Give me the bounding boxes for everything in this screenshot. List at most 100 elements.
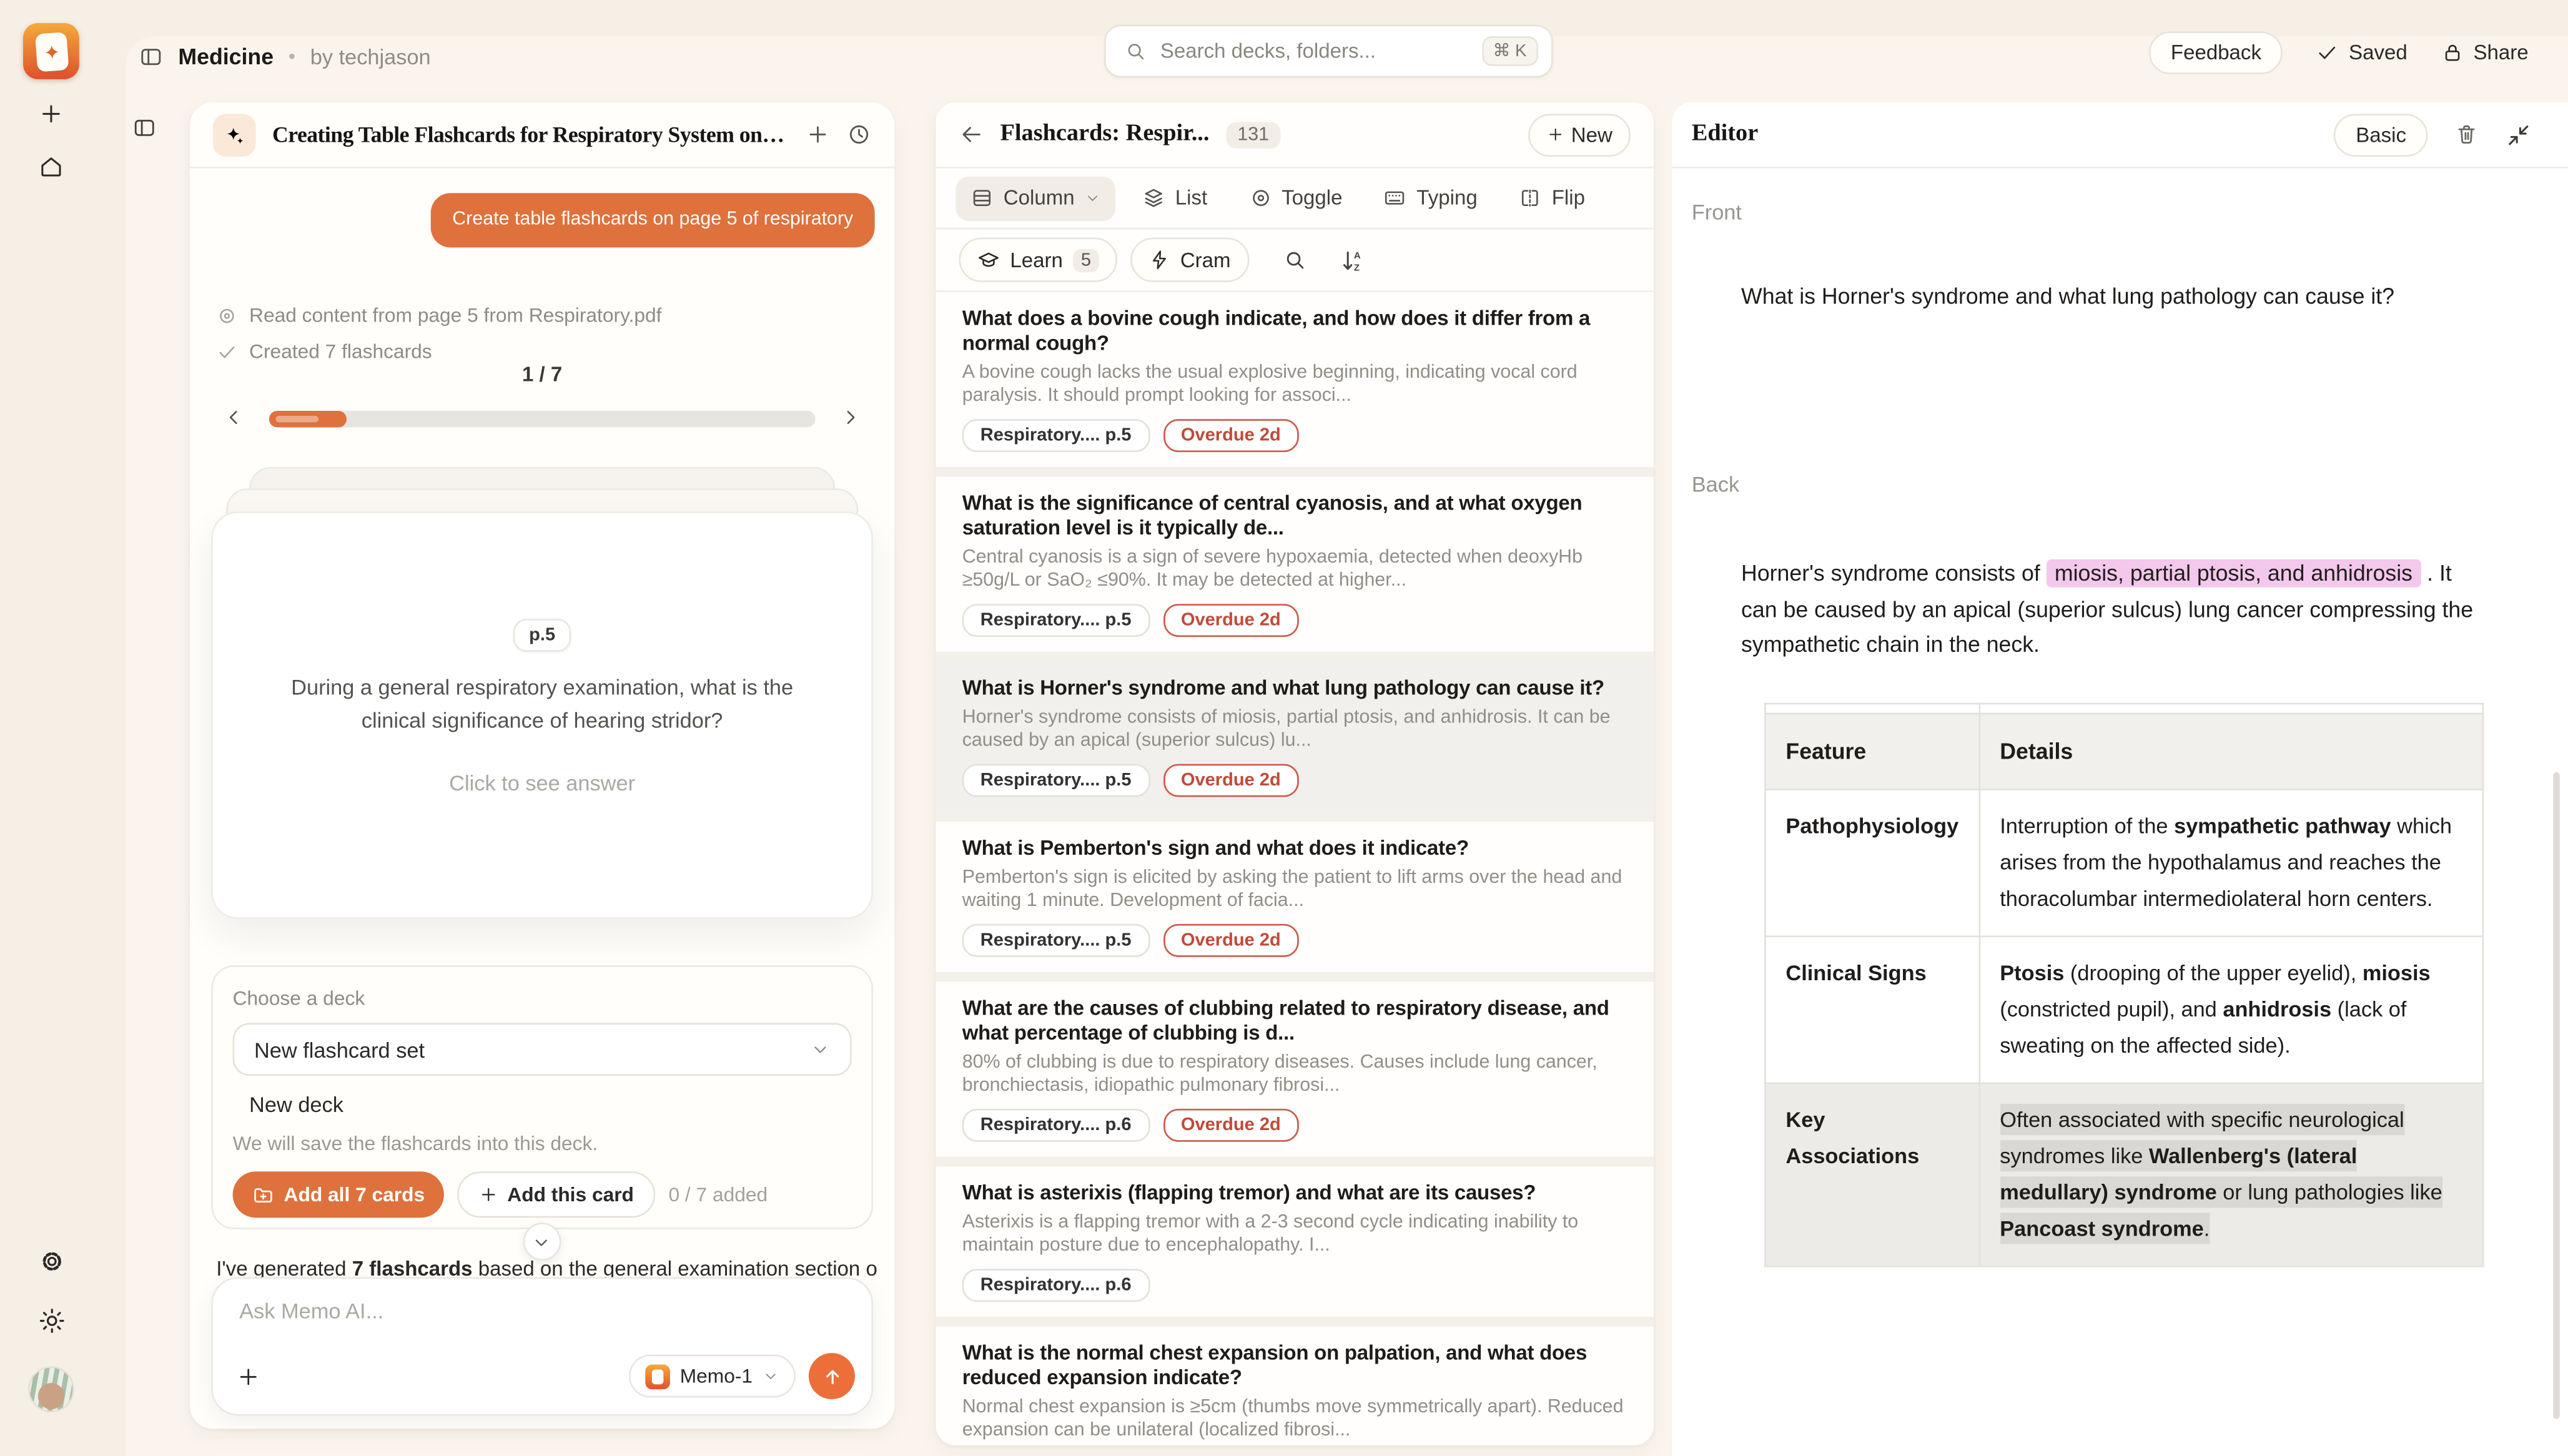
deck-page-tag[interactable]: Respiratory.... p.6 (962, 1109, 1150, 1142)
theme-sun-icon[interactable] (38, 1307, 66, 1335)
toggle-circle-icon (1248, 187, 1272, 210)
feedback-button[interactable]: Feedback (2150, 31, 2283, 74)
deck-chooser-note: We will save the flashcards into this de… (233, 1132, 852, 1155)
new-chat-plus-icon[interactable] (806, 122, 831, 147)
new-plus-icon[interactable] (38, 101, 64, 127)
deck-chooser: Choose a deck New flashcard set New deck… (211, 965, 873, 1229)
flashcard-question: What are the causes of clubbing related … (962, 996, 1627, 1046)
added-count: 0 / 7 added (668, 1183, 768, 1206)
chevron-left-icon[interactable] (223, 406, 246, 429)
add-this-card-button[interactable]: Add this card (458, 1171, 655, 1217)
search-bar[interactable]: ⌘ K (1104, 25, 1553, 78)
flip-card-icon (1519, 187, 1542, 210)
chevron-right-icon[interactable] (838, 406, 861, 429)
trash-icon[interactable] (2454, 122, 2479, 147)
user-message-bubble: Create table flashcards on page 5 of res… (431, 193, 875, 247)
scrollbar-thumb[interactable] (2553, 772, 2560, 1419)
app-window: ✦ Medicine • by techjason ⌘ K Feedback S… (0, 0, 2568, 1456)
layers-icon (1142, 187, 1165, 210)
flashcard-list-item[interactable]: What is the normal chest expansion on pa… (936, 1317, 1654, 1445)
target-icon (216, 305, 237, 326)
deck-page-tag[interactable]: Respiratory.... p.5 (962, 924, 1150, 957)
tab-column[interactable]: Column (956, 175, 1116, 220)
sidebar-toggle-icon[interactable] (139, 44, 164, 69)
flashcard-list-item[interactable]: What is asterixis (flapping tremor) and … (936, 1157, 1654, 1317)
add-all-cards-button[interactable]: Add all 7 cards (233, 1171, 445, 1217)
chat-input[interactable] (239, 1299, 845, 1324)
learn-button[interactable]: Learn 5 (959, 238, 1117, 282)
step-created-cards: Created 7 flashcards (216, 340, 661, 363)
page-badge: p.5 (513, 619, 572, 652)
sort-az-icon[interactable]: AZ (1340, 247, 1366, 273)
keyboard-icon (1384, 187, 1407, 210)
flashcard-tags: Respiratory.... p.5Overdue 2d (962, 764, 1627, 797)
deck-select[interactable]: New flashcard set (233, 1023, 852, 1076)
search-icon (1124, 39, 1147, 62)
user-avatar[interactable] (28, 1366, 74, 1412)
table-clipped-row (1765, 703, 2483, 713)
flashcard-list-item[interactable]: What is Pemberton's sign and what does i… (936, 812, 1654, 971)
chat-sidebar-toggle-icon[interactable] (132, 116, 157, 140)
tab-typing[interactable]: Typing (1369, 175, 1493, 220)
flashcard-answer: Central cyanosis is a sign of severe hyp… (962, 546, 1627, 593)
home-icon[interactable] (38, 154, 64, 180)
app-logo[interactable]: ✦ (23, 23, 79, 79)
share-button[interactable]: Share (2441, 41, 2529, 64)
check-icon (216, 341, 237, 362)
search-input[interactable] (1160, 39, 1468, 62)
flashcard-list-item[interactable]: What does a bovine cough indicate, and h… (936, 292, 1654, 467)
table-cell-details: Often associated with specific neurologi… (1979, 1083, 2483, 1266)
flashcard-list-item[interactable]: What is the significance of central cyan… (936, 467, 1654, 652)
deck-page-tag[interactable]: Respiratory.... p.6 (962, 1269, 1150, 1302)
new-deck-option[interactable]: New deck (233, 1092, 852, 1117)
workspace-title[interactable]: Medicine (178, 44, 274, 69)
plus-icon (1546, 125, 1564, 144)
flashcard-tags: Respiratory.... p.6 (962, 1269, 1627, 1302)
svg-text:Z: Z (1353, 262, 1359, 272)
table-cell-details: Interruption of the sympathetic pathway … (1979, 789, 2483, 935)
front-text[interactable]: What is Horner's syndrome and what lung … (1741, 284, 2568, 309)
tab-flip[interactable]: Flip (1504, 175, 1600, 220)
flashcard-preview[interactable]: p.5 During a general respiratory examina… (211, 511, 873, 919)
deck-page-tag[interactable]: Respiratory.... p.5 (962, 764, 1150, 797)
tab-list[interactable]: List (1127, 175, 1222, 220)
flashcard-answer: Pemberton's sign is elicited by asking t… (962, 866, 1627, 912)
history-clock-icon[interactable] (847, 122, 872, 147)
card-type-button[interactable]: Basic (2334, 113, 2428, 156)
back-arrow-icon[interactable] (959, 122, 984, 147)
flashcard-answer: Asterixis is a flapping tremor with a 2-… (962, 1211, 1627, 1257)
card-count-badge: 131 (1226, 121, 1281, 147)
view-tabs: Column List Toggle Typing Flip (936, 169, 1654, 230)
folder-plus-icon (252, 1184, 274, 1205)
send-button[interactable] (809, 1353, 855, 1399)
flashcard-list-item[interactable]: What are the causes of clubbing related … (936, 972, 1654, 1157)
chat-input-box[interactable]: Memo-1 (211, 1277, 873, 1415)
answer-table: Feature Details PathophysiologyInterrupt… (1764, 702, 2484, 1266)
memo-logo-icon (645, 1364, 670, 1389)
collapse-panel-icon[interactable] (2506, 121, 2532, 147)
due-count-badge: 5 (1073, 248, 1100, 272)
settings-gear-icon[interactable] (38, 1247, 66, 1276)
plus-icon (479, 1184, 499, 1204)
deck-page-tag[interactable]: Respiratory.... p.5 (962, 419, 1150, 452)
table-cell-feature: Key Associations (1765, 1083, 1979, 1266)
search-shortcut-badge: ⌘ K (1481, 36, 1538, 66)
flashcard-answer: Horner's syndrome consists of miosis, pa… (962, 706, 1627, 752)
tab-toggle[interactable]: Toggle (1234, 175, 1358, 220)
new-card-button[interactable]: New (1528, 113, 1631, 156)
deck-page-tag[interactable]: Respiratory.... p.5 (962, 604, 1150, 637)
model-selector[interactable]: Memo-1 (629, 1355, 796, 1398)
back-text[interactable]: Horner's syndrome consists of miosis, pa… (1741, 556, 2487, 662)
flashcard-list-item[interactable]: What is Horner's syndrome and what lung … (936, 652, 1654, 812)
answer-table-body: Feature Details PathophysiologyInterrupt… (1765, 703, 2483, 1266)
carousel-progress[interactable] (269, 411, 816, 427)
preview-hint[interactable]: Click to see answer (213, 770, 871, 795)
cram-button[interactable]: Cram (1131, 238, 1249, 282)
expand-chevron-button[interactable] (522, 1222, 560, 1261)
flashcard-question: What is the significance of central cyan… (962, 492, 1627, 541)
attach-plus-icon[interactable] (236, 1364, 261, 1389)
flashcard-answer: A bovine cough lacks the usual explosive… (962, 362, 1627, 408)
search-icon[interactable] (1282, 247, 1307, 272)
flashcard-list: What does a bovine cough indicate, and h… (936, 292, 1654, 1445)
preview-question: During a general respiratory examination… (269, 672, 816, 738)
